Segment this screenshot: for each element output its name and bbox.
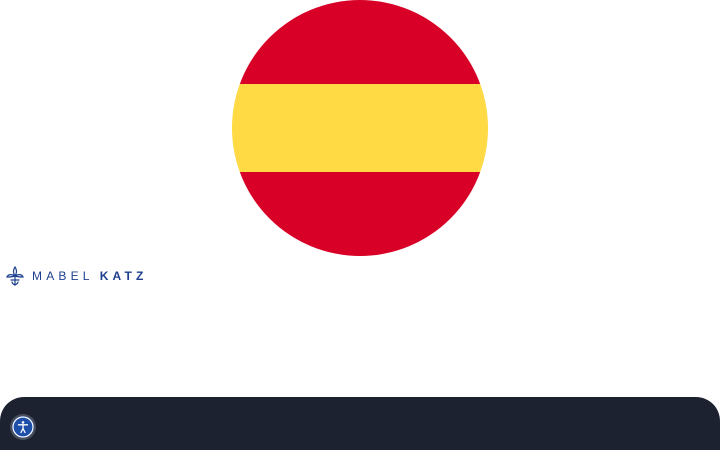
logo-wordmark: MABEL KATZ [32, 265, 148, 287]
accessibility-person-icon [12, 416, 34, 438]
fleur-de-lis-icon [6, 265, 24, 286]
flag-stripe-top [232, 0, 488, 84]
spain-flag-icon [232, 0, 488, 256]
logo-first-name: MABEL [32, 269, 94, 283]
accessibility-button[interactable] [12, 416, 34, 438]
logo-last-name: KATZ [99, 269, 148, 283]
bottom-bar [0, 397, 720, 450]
site-logo[interactable]: MABEL KATZ [4, 265, 148, 287]
language-flag-spain[interactable] [232, 0, 488, 256]
bottom-bar-background [0, 397, 720, 450]
flag-stripe-middle [232, 84, 488, 172]
flag-stripe-bottom [232, 172, 488, 256]
page: MABEL KATZ [0, 0, 720, 450]
